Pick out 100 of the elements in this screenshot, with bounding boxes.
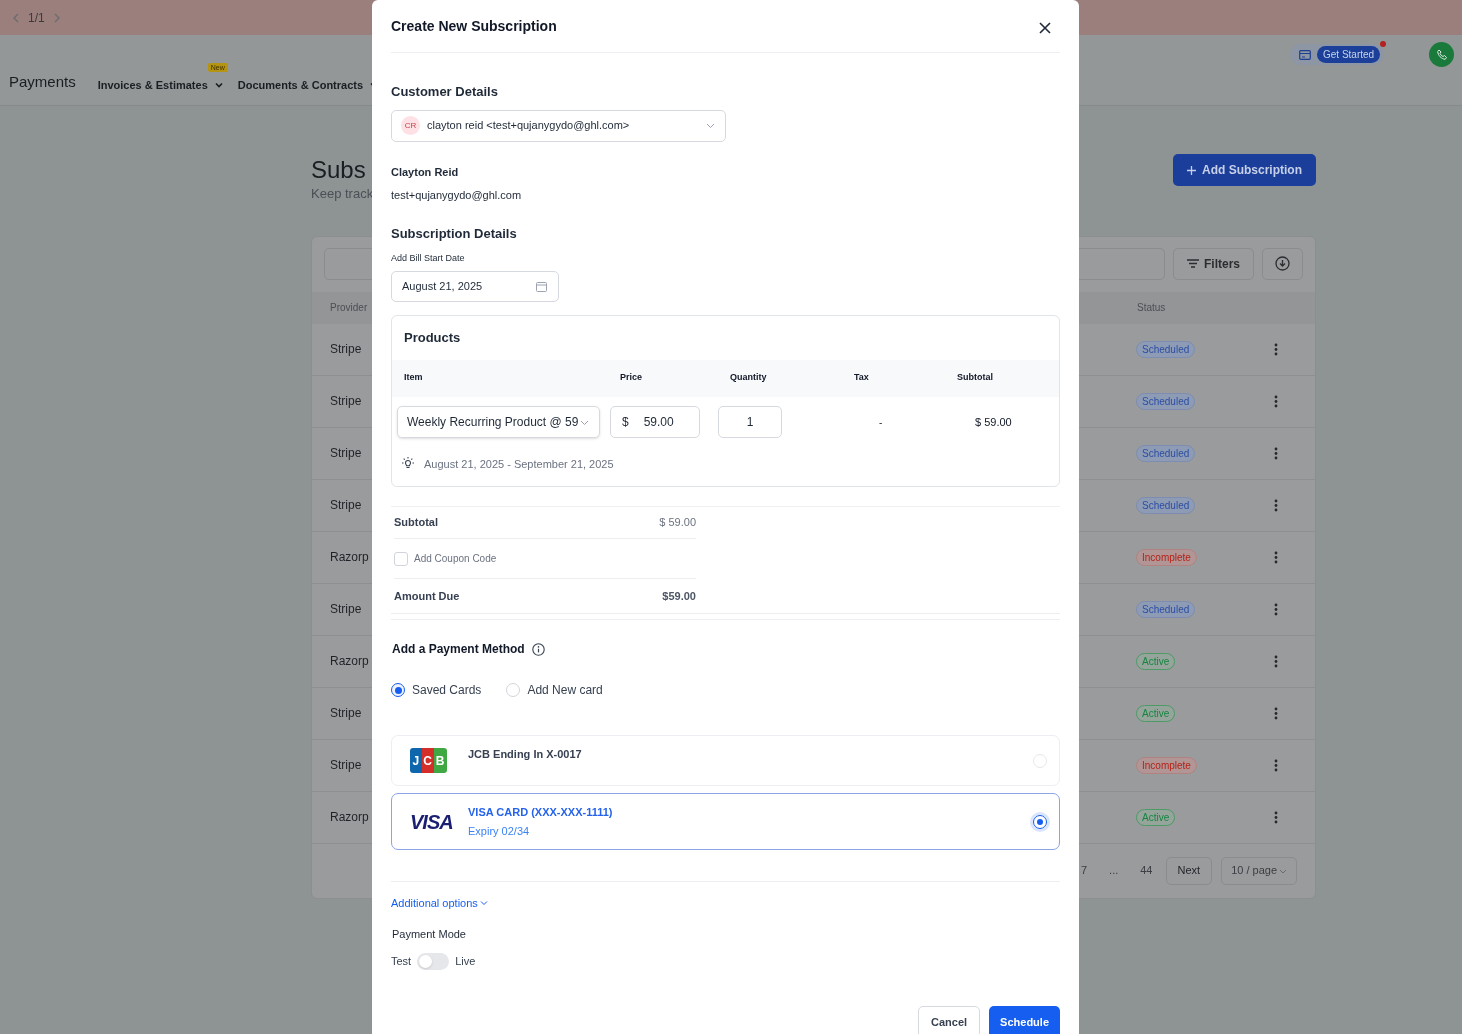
phone-icon (1435, 48, 1448, 61)
more-icon[interactable] (1274, 810, 1278, 824)
payment-option-label: Add New card (527, 682, 603, 699)
download-button[interactable] (1262, 247, 1303, 280)
toggle-off-label: Test (391, 954, 412, 970)
card-radio[interactable] (1033, 814, 1047, 829)
more-icon[interactable] (1274, 758, 1278, 772)
column-header: Quantity (730, 371, 768, 385)
products-title: Products (403, 328, 462, 347)
payment-mode-toggle[interactable] (417, 953, 450, 970)
get-started-button[interactable]: Get Started (1317, 46, 1381, 63)
payment-option-radio[interactable] (391, 683, 405, 697)
more-icon[interactable] (1274, 550, 1278, 564)
subtotal-value: $ 59.00 (659, 515, 696, 531)
close-icon (1039, 22, 1051, 34)
status-badge: Scheduled (1136, 445, 1196, 462)
column-header: Status (1137, 301, 1167, 315)
customer-email: test+qujanygydo@ghl.com (391, 188, 523, 203)
billing-period: August 21, 2025 - September 21, 2025 (424, 456, 614, 472)
column-header: Subtotal (957, 371, 994, 385)
product-select[interactable]: Weekly Recurring Product @ 59 (397, 406, 600, 438)
section-heading: Customer Details (391, 83, 499, 101)
customer-name: Clayton Reid (391, 164, 460, 180)
toggle-on-label: Live (455, 954, 476, 970)
coupon-checkbox[interactable] (394, 551, 408, 566)
provider-cell-text: Stripe (330, 497, 362, 514)
nav-menu-item[interactable]: Invoices & Estimates (97, 76, 224, 93)
status-badge: Scheduled (1136, 341, 1196, 358)
card-title: JCB Ending In X-0017 (468, 747, 583, 763)
status-badge: Incomplete (1136, 757, 1197, 774)
info-icon (531, 642, 545, 656)
filter-icon (1187, 259, 1199, 268)
status-badge: Active (1136, 705, 1176, 722)
status-badge: Active (1136, 809, 1176, 826)
pager-text: 1/1 (28, 9, 45, 27)
chevron-down-icon (479, 899, 488, 908)
provider-cell-text: Razorp (330, 549, 369, 566)
provider-cell-text: Stripe (330, 705, 362, 722)
column-header: Provider (330, 301, 369, 315)
provider-cell-text: Stripe (330, 601, 362, 618)
customer-avatar: CR (401, 116, 420, 135)
additional-options-link[interactable]: Additional options (391, 895, 488, 912)
provider-cell-text: Stripe (330, 757, 362, 774)
subtotal-label: Subtotal (394, 515, 438, 531)
section-heading: Add a Payment Method (392, 641, 525, 658)
more-icon[interactable] (1274, 706, 1278, 720)
visa-logo: VISA (410, 810, 453, 833)
nav-title: Payments (9, 71, 76, 92)
cancel-button[interactable]: Cancel (918, 1006, 981, 1034)
more-icon[interactable] (1274, 342, 1278, 356)
column-header: Price (620, 371, 644, 385)
download-icon (1275, 256, 1290, 271)
status-badge: Active (1136, 653, 1176, 670)
more-icon[interactable] (1274, 394, 1278, 408)
page-size-select[interactable]: 10 / page (1221, 856, 1297, 885)
more-icon[interactable] (1274, 654, 1278, 668)
tax-cell-text: - (879, 415, 884, 430)
more-icon[interactable] (1274, 446, 1278, 460)
provider-cell-text: Stripe (330, 341, 362, 358)
modal-title: Create New Subscription (391, 16, 557, 36)
schedule-button[interactable]: Schedule (989, 1006, 1060, 1034)
status-badge: Incomplete (1136, 549, 1197, 566)
coupon-label: Add Coupon Code (414, 552, 497, 566)
saved-card[interactable]: VISA VISA CARD (XXX-XXX-1111) Expiry 02/34 (391, 793, 1060, 850)
phone-button[interactable] (1429, 42, 1454, 67)
filters-button[interactable]: Filters (1173, 247, 1254, 280)
plus-icon (1187, 165, 1196, 175)
section-heading: Subscription Details (391, 224, 518, 243)
provider-cell-text: Stripe (330, 445, 362, 462)
card-expiry: Expiry 02/34 (468, 823, 531, 839)
more-icon[interactable] (1274, 498, 1278, 512)
date-field[interactable]: August 21, 2025 (391, 270, 559, 302)
page-number[interactable]: 7 (1080, 862, 1088, 879)
provider-cell-text: Razorp (330, 809, 369, 826)
close-button[interactable] (1039, 21, 1053, 35)
card-icon (1299, 49, 1311, 60)
status-badge: Scheduled (1136, 393, 1196, 410)
page-subtitle: Keep track (311, 185, 374, 203)
page-title: Subs (311, 157, 367, 183)
page-number[interactable]: 44 (1140, 862, 1153, 879)
page-number[interactable]: ... (1109, 862, 1119, 879)
amount-due-label: Amount Due (394, 588, 460, 604)
subtotal-cell-text: $ 59.00 (975, 414, 1012, 430)
field-label: Add Bill Start Date (391, 252, 466, 265)
add-subscription-button[interactable]: Add Subscription (1173, 154, 1316, 186)
status-badge: Scheduled (1136, 601, 1196, 618)
column-header: Tax (854, 371, 870, 385)
price-field[interactable]: $ 59.00 (610, 406, 700, 438)
payment-mode-label: Payment Mode (392, 926, 467, 942)
payment-option-label: Saved Cards (412, 682, 482, 699)
column-header: Item (404, 371, 424, 385)
quantity-field[interactable]: 1 (718, 406, 782, 438)
next-button[interactable]: Next (1165, 856, 1213, 885)
chevron-down-icon (706, 121, 715, 130)
card-title: VISA CARD (XXX-XXX-1111) (468, 805, 614, 820)
amount-due-value: $59.00 (662, 588, 696, 604)
status-badge: Scheduled (1136, 497, 1196, 514)
provider-cell-text: Stripe (330, 393, 362, 410)
customer-select[interactable]: CR clayton reid <test+qujanygydo@ghl.com> (391, 109, 726, 142)
more-icon[interactable] (1274, 602, 1278, 616)
